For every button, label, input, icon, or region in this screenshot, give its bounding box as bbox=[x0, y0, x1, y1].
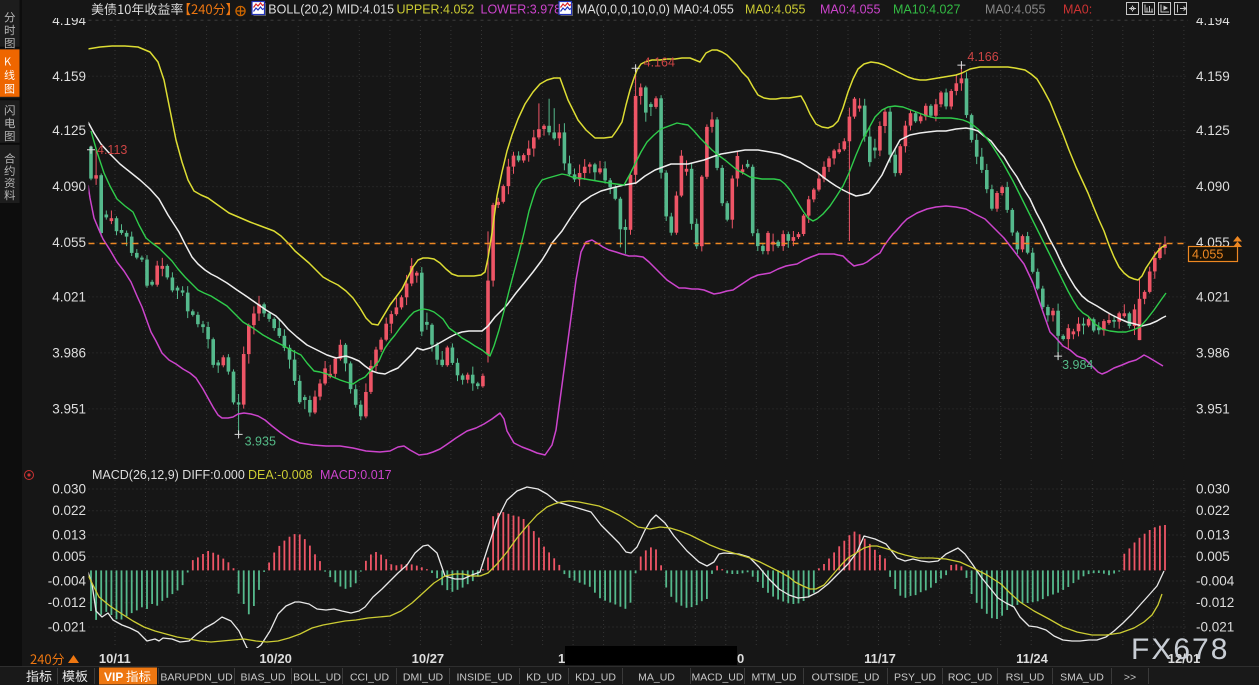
svg-text:MA(0,0,0,10,0,0): MA(0,0,0,10,0,0) bbox=[577, 3, 670, 17]
svg-text:CCI_UD: CCI_UD bbox=[350, 672, 390, 684]
svg-text:MACD:0.017: MACD:0.017 bbox=[320, 468, 392, 482]
svg-text:4.090: 4.090 bbox=[52, 179, 86, 194]
svg-text:INSIDE_UD: INSIDE_UD bbox=[456, 672, 512, 684]
svg-text:0: 0 bbox=[737, 651, 744, 666]
svg-text:KD_UD: KD_UD bbox=[526, 672, 562, 684]
svg-text:3.951: 3.951 bbox=[1196, 401, 1230, 416]
svg-text:MA_UD: MA_UD bbox=[638, 672, 675, 684]
svg-text:10/20: 10/20 bbox=[259, 651, 292, 666]
svg-text:FX678: FX678 bbox=[1131, 633, 1229, 666]
svg-text:MA0:: MA0: bbox=[1063, 3, 1092, 17]
svg-text:1: 1 bbox=[558, 651, 565, 666]
svg-text:10/27: 10/27 bbox=[412, 651, 445, 666]
svg-text:-0.021: -0.021 bbox=[48, 620, 86, 635]
svg-text:-0.012: -0.012 bbox=[48, 595, 86, 610]
svg-text:4.113: 4.113 bbox=[97, 143, 127, 157]
svg-text:MA0:4.055: MA0:4.055 bbox=[745, 3, 806, 17]
svg-text:4.125: 4.125 bbox=[52, 123, 86, 138]
svg-text:-0.004: -0.004 bbox=[1196, 574, 1235, 589]
svg-text:MA0:4.055: MA0:4.055 bbox=[673, 3, 734, 17]
svg-text:SMA_UD: SMA_UD bbox=[1060, 672, 1104, 684]
svg-text:4.159: 4.159 bbox=[52, 69, 86, 84]
svg-text:MACD_UD: MACD_UD bbox=[692, 672, 744, 684]
svg-text:-0.004: -0.004 bbox=[48, 574, 87, 589]
svg-text:BARUPDN_UD: BARUPDN_UD bbox=[160, 672, 233, 684]
svg-text:>>: >> bbox=[1124, 672, 1136, 684]
svg-text:3.986: 3.986 bbox=[52, 345, 86, 360]
svg-text:4.125: 4.125 bbox=[1196, 123, 1230, 138]
svg-text:-0.012: -0.012 bbox=[1196, 595, 1234, 610]
svg-text:MACD(26,12,9) DIFF:0.000: MACD(26,12,9) DIFF:0.000 bbox=[92, 468, 245, 482]
svg-text:3.951: 3.951 bbox=[52, 401, 86, 416]
svg-text:0.013: 0.013 bbox=[52, 528, 86, 543]
svg-text:4.055: 4.055 bbox=[52, 235, 86, 250]
svg-text:VIP: VIP bbox=[104, 670, 123, 684]
svg-text:0.030: 0.030 bbox=[52, 482, 86, 497]
svg-text:4.166: 4.166 bbox=[967, 50, 998, 64]
svg-text:BOLL_UD: BOLL_UD bbox=[293, 672, 341, 684]
svg-text:MTM_UD: MTM_UD bbox=[752, 672, 797, 684]
svg-text:4.159: 4.159 bbox=[1196, 69, 1230, 84]
svg-text:RSI_UD: RSI_UD bbox=[1006, 672, 1045, 684]
svg-text:MA10:4.027: MA10:4.027 bbox=[893, 3, 960, 17]
svg-text:BIAS_UD: BIAS_UD bbox=[241, 672, 286, 684]
svg-text:KDJ_UD: KDJ_UD bbox=[575, 672, 616, 684]
svg-text:3.986: 3.986 bbox=[1196, 345, 1230, 360]
svg-text:11/17: 11/17 bbox=[864, 651, 896, 666]
svg-text:4.164: 4.164 bbox=[644, 55, 675, 69]
svg-text:4.090: 4.090 bbox=[1196, 179, 1230, 194]
svg-text:4.055: 4.055 bbox=[1192, 248, 1223, 262]
svg-text:0.022: 0.022 bbox=[1196, 503, 1230, 518]
svg-text:BOLL(20,2) MID:4.015: BOLL(20,2) MID:4.015 bbox=[268, 3, 394, 17]
svg-text:DMI_UD: DMI_UD bbox=[403, 672, 444, 684]
svg-text:0.013: 0.013 bbox=[1196, 528, 1230, 543]
svg-text:DEA:-0.008: DEA:-0.008 bbox=[248, 468, 313, 482]
svg-text:0.005: 0.005 bbox=[1196, 549, 1230, 564]
svg-text:10/11: 10/11 bbox=[99, 651, 131, 666]
svg-text:OUTSIDE_UD: OUTSIDE_UD bbox=[812, 672, 880, 684]
svg-text:0.005: 0.005 bbox=[52, 549, 86, 564]
svg-text:11/24: 11/24 bbox=[1016, 651, 1049, 666]
svg-text:3.935: 3.935 bbox=[245, 434, 276, 448]
svg-text:PSY_UD: PSY_UD bbox=[894, 672, 936, 684]
svg-text:UPPER:4.052: UPPER:4.052 bbox=[397, 3, 475, 17]
svg-text:4.021: 4.021 bbox=[52, 289, 86, 304]
svg-text:LOWER:3.978: LOWER:3.978 bbox=[481, 3, 562, 17]
svg-text:ROC_UD: ROC_UD bbox=[948, 672, 993, 684]
svg-text:0.022: 0.022 bbox=[52, 503, 86, 518]
svg-text:MA0:4.055: MA0:4.055 bbox=[985, 3, 1046, 17]
svg-text:MA0:4.055: MA0:4.055 bbox=[820, 3, 881, 17]
svg-text:3.984: 3.984 bbox=[1062, 358, 1093, 372]
svg-text:0.030: 0.030 bbox=[1196, 482, 1230, 497]
svg-text:4.021: 4.021 bbox=[1196, 289, 1230, 304]
